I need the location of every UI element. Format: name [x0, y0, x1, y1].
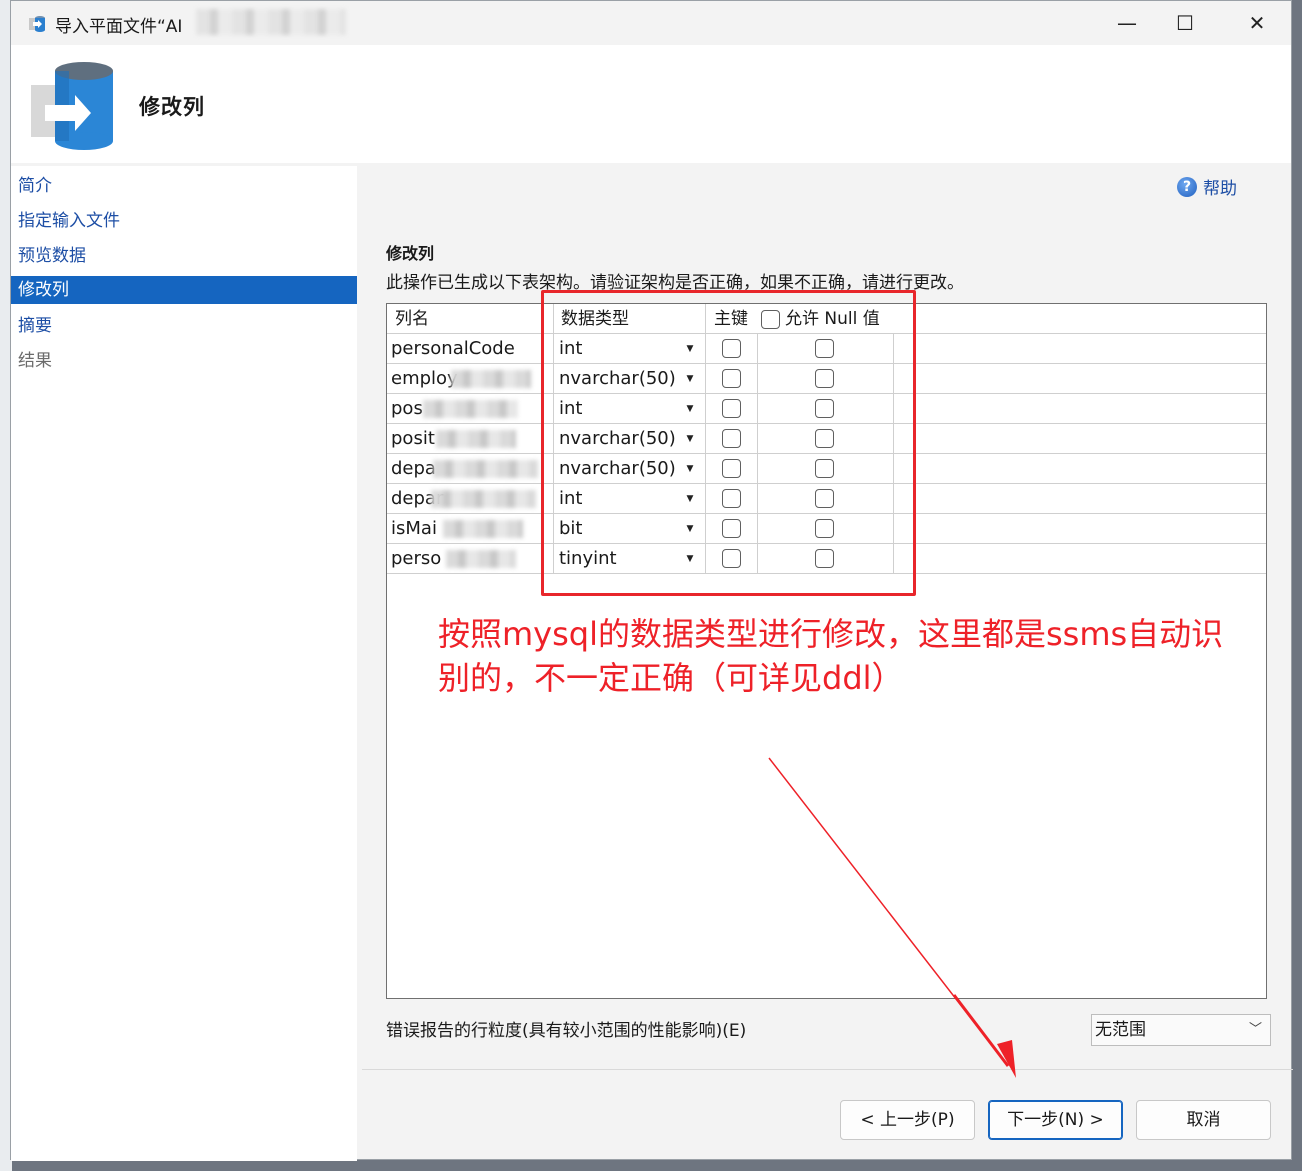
- redacted-text: [443, 520, 523, 538]
- wizard-nav: 简介 指定输入文件 预览数据 修改列 摘要 结果: [11, 166, 357, 1161]
- error-report-value: 无范围: [1095, 1020, 1146, 1040]
- annotation-highlight-box: [541, 290, 916, 596]
- redacted-text: [436, 430, 516, 448]
- close-button[interactable]: ✕: [1235, 7, 1279, 39]
- header-column-name: 列名: [395, 309, 429, 329]
- error-report-select[interactable]: 无范围 ﹀: [1091, 1014, 1271, 1046]
- error-report-label: 错误报告的行粒度(具有较小范围的性能影响)(E): [386, 1021, 747, 1041]
- redacted-text: [451, 370, 531, 388]
- title-bar: 导入平面文件“AI — ☐ ✕: [11, 1, 1291, 45]
- section-title: 修改列: [386, 244, 435, 263]
- wizard-header: 修改列: [11, 45, 1291, 163]
- next-button[interactable]: 下一步(N) >: [988, 1100, 1123, 1140]
- app-icon: [29, 16, 45, 32]
- previous-button[interactable]: < 上一步(P): [840, 1100, 975, 1140]
- help-label: 帮助: [1203, 179, 1237, 199]
- nav-item-intro[interactable]: 简介: [11, 172, 357, 200]
- redacted-text: [423, 400, 518, 418]
- nav-item-input-file[interactable]: 指定输入文件: [11, 207, 357, 235]
- import-database-icon: [31, 62, 113, 150]
- redacted-title: [196, 9, 346, 35]
- redacted-text: [433, 460, 538, 478]
- redacted-text: [431, 490, 536, 508]
- cancel-button[interactable]: 取消: [1136, 1100, 1271, 1140]
- column-name-cell[interactable]: personalCode: [391, 334, 551, 363]
- help-icon: ?: [1177, 176, 1197, 197]
- maximize-button[interactable]: ☐: [1163, 7, 1207, 39]
- window-title: 导入平面文件“AI: [55, 17, 183, 37]
- minimize-icon: —: [1117, 11, 1137, 35]
- footer-divider: [362, 1069, 1293, 1070]
- redacted-text: [446, 550, 516, 568]
- minimize-button[interactable]: —: [1105, 7, 1149, 39]
- nav-item-summary[interactable]: 摘要: [11, 312, 357, 340]
- close-icon: ✕: [1248, 11, 1266, 35]
- page-title: 修改列: [139, 95, 205, 119]
- nav-item-preview-data[interactable]: 预览数据: [11, 242, 357, 270]
- maximize-icon: ☐: [1176, 11, 1194, 35]
- chevron-down-icon: ﹀: [1248, 1022, 1262, 1037]
- annotation-text: 按照mysql的数据类型进行修改，这里都是ssms自动识别的，不一定正确（可详见…: [438, 615, 1224, 697]
- nav-item-modify-columns[interactable]: 修改列: [11, 276, 357, 304]
- help-link[interactable]: ? 帮助: [1177, 174, 1237, 199]
- nav-item-results: 结果: [18, 351, 52, 371]
